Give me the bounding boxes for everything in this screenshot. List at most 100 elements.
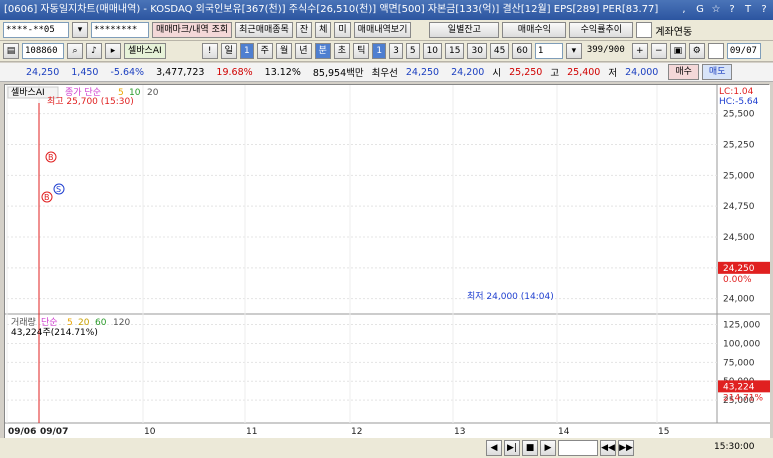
account-link-label: 계좌연동 bbox=[655, 26, 693, 38]
help-icon[interactable]: ? bbox=[725, 0, 739, 20]
price-change: 1,450 bbox=[71, 66, 99, 78]
tab-balance[interactable]: 잔 bbox=[295, 22, 313, 38]
tab-executed[interactable]: 체 bbox=[315, 22, 332, 38]
volume-legend-20: 20 bbox=[78, 318, 90, 328]
zoom-in-icon[interactable]: + bbox=[631, 43, 648, 59]
tab-recent-stocks[interactable]: 최근매매종목 bbox=[235, 22, 293, 38]
stock-name-button[interactable]: 셀바스AI bbox=[124, 43, 166, 59]
stock-legend: 셀바스AI bbox=[11, 87, 45, 98]
price-tick-label: 24,000 bbox=[723, 295, 755, 305]
stock-code-input[interactable]: 108860 bbox=[22, 43, 64, 59]
count-dropdown-icon[interactable]: ▾ bbox=[565, 43, 582, 59]
trade-mark-label: B bbox=[48, 153, 54, 162]
volume-tick-label: 100,000 bbox=[723, 339, 760, 349]
turnover-ratio: 13.12% bbox=[264, 66, 301, 78]
price-tick-label: 25,000 bbox=[723, 171, 755, 181]
open-label: 시 bbox=[492, 68, 502, 79]
ma-legend-20: 20 bbox=[147, 88, 159, 98]
save-icon[interactable]: ▣ bbox=[669, 43, 686, 59]
title-controls: , G ☆ ? T ? bbox=[677, 0, 771, 20]
nav-stop-icon[interactable]: ■ bbox=[522, 440, 538, 456]
account-dropdown-icon[interactable]: ▾ bbox=[72, 22, 88, 38]
current-pct-label: 0.00% bbox=[723, 275, 752, 285]
price-tick-label: 24,750 bbox=[723, 202, 755, 212]
volume-legend-main: 단순 bbox=[41, 317, 58, 328]
toolbar-stock: ▤ 108860 ⌕ ♪ ▸ 셀바스AI ! 일 1 주 월 년 분 초 틱 1… bbox=[0, 41, 773, 62]
account-input[interactable]: ****-**05 bbox=[3, 22, 69, 38]
minute-15[interactable]: 15 bbox=[445, 43, 465, 59]
period-minute[interactable]: 분 bbox=[314, 43, 331, 59]
pin-icon[interactable]: ☆ bbox=[709, 0, 723, 20]
tab-pending[interactable]: 미 bbox=[334, 22, 351, 38]
period-week[interactable]: 주 bbox=[256, 43, 273, 59]
title-control-0[interactable]: , bbox=[677, 0, 691, 20]
minute-3[interactable]: 3 bbox=[389, 43, 403, 59]
period-count[interactable]: 1 bbox=[239, 43, 254, 59]
minute-10[interactable]: 10 bbox=[422, 43, 443, 59]
zoom-out-icon[interactable]: − bbox=[650, 43, 667, 59]
alert-icon[interactable]: ! bbox=[201, 43, 218, 59]
window-title: [0606] 자동일지차트(매매내역) - KOSDAQ 외국인보유[367(천… bbox=[4, 4, 659, 15]
period-day[interactable]: 일 bbox=[220, 43, 237, 59]
time-tick-label: 09/07 bbox=[40, 427, 68, 437]
time-tick-label: 09/06 bbox=[8, 427, 36, 437]
price-change-pct: -5.64% bbox=[110, 66, 145, 78]
tab-trade-marks[interactable]: 매매마크/내역 조회 bbox=[152, 22, 233, 38]
current-price-label: 24,250 bbox=[723, 264, 755, 274]
title-control-4[interactable]: T bbox=[741, 0, 755, 20]
time-tick-label: 12 bbox=[351, 427, 362, 437]
window-title-bar: [0606] 자동일지차트(매매내역) - KOSDAQ 외국인보유[367(천… bbox=[0, 0, 773, 20]
date-input[interactable]: 09/07 bbox=[726, 43, 761, 59]
low-price: 24,000 bbox=[625, 66, 659, 78]
settings-icon[interactable]: ⚙ bbox=[688, 43, 705, 59]
period-tick[interactable]: 틱 bbox=[353, 43, 370, 59]
minute-45[interactable]: 45 bbox=[489, 43, 510, 59]
date-checkbox[interactable] bbox=[707, 43, 724, 59]
price-tick-label: 25,250 bbox=[723, 141, 755, 151]
title-control-5[interactable]: ? bbox=[757, 0, 771, 20]
password-input[interactable]: ******** bbox=[91, 22, 149, 38]
nav-end-icon[interactable]: ▶| bbox=[504, 440, 520, 456]
scroll-track[interactable] bbox=[558, 440, 598, 456]
price-tick-label: 25,500 bbox=[723, 110, 755, 120]
volume-legend-120: 120 bbox=[113, 318, 130, 328]
buy-button[interactable]: 매수 bbox=[668, 64, 699, 80]
chart-menu-icon[interactable]: ▤ bbox=[3, 43, 19, 59]
volume-legend-60: 60 bbox=[95, 318, 107, 328]
nav-forward-icon[interactable]: ▶▶ bbox=[618, 440, 634, 456]
chart-area[interactable]: 25,500 25,250 25,000 24,750 24,500 24,250 24,0… bbox=[4, 83, 770, 439]
minute-5[interactable]: 5 bbox=[405, 43, 420, 59]
minute-1[interactable]: 1 bbox=[372, 43, 387, 59]
current-volume-pct-label: 214.71% bbox=[723, 393, 763, 403]
volume-ratio: 19.68% bbox=[216, 66, 253, 78]
period-year[interactable]: 년 bbox=[295, 43, 312, 59]
speaker-icon[interactable]: ♪ bbox=[86, 43, 102, 59]
period-month[interactable]: 월 bbox=[275, 43, 293, 59]
title-control-1[interactable]: G bbox=[693, 0, 707, 20]
time-tick-label: 13 bbox=[454, 427, 465, 437]
minute-60[interactable]: 60 bbox=[512, 43, 532, 59]
sell-button[interactable]: 매도 bbox=[701, 64, 733, 80]
current-volume-label: 43,224 bbox=[723, 382, 755, 392]
search-icon[interactable]: ⌕ bbox=[67, 43, 83, 59]
time-tick-label: 10 bbox=[144, 427, 156, 437]
range-display: 399/900 bbox=[586, 45, 625, 55]
trade-mark-label: S bbox=[56, 185, 61, 194]
account-link-checkbox[interactable] bbox=[636, 22, 653, 38]
count-input[interactable]: 1 bbox=[534, 43, 563, 59]
best-ask-label: 최우선 bbox=[371, 68, 398, 79]
arrow-icon[interactable]: ▸ bbox=[105, 43, 121, 59]
trade-profit-button[interactable]: 매매수익 bbox=[502, 22, 567, 38]
trade-amount: 85,954백만 bbox=[312, 68, 364, 79]
nav-play-icon[interactable]: ▶ bbox=[540, 440, 556, 456]
nav-prev-icon[interactable]: ◀ bbox=[486, 440, 502, 456]
daily-balance-button[interactable]: 일별잔고 bbox=[429, 22, 500, 38]
current-price: 24,250 bbox=[26, 66, 60, 78]
nav-rewind-icon[interactable]: ◀◀ bbox=[600, 440, 616, 456]
period-second[interactable]: 초 bbox=[333, 43, 351, 59]
volume-current-legend: 43,224주(214.71%) bbox=[11, 327, 98, 338]
minute-30[interactable]: 30 bbox=[467, 43, 487, 59]
profit-trend-button[interactable]: 수익률추이 bbox=[569, 22, 634, 38]
tab-trade-history[interactable]: 매매내역보기 bbox=[353, 22, 412, 38]
volume-value: 3,477,723 bbox=[156, 66, 205, 78]
